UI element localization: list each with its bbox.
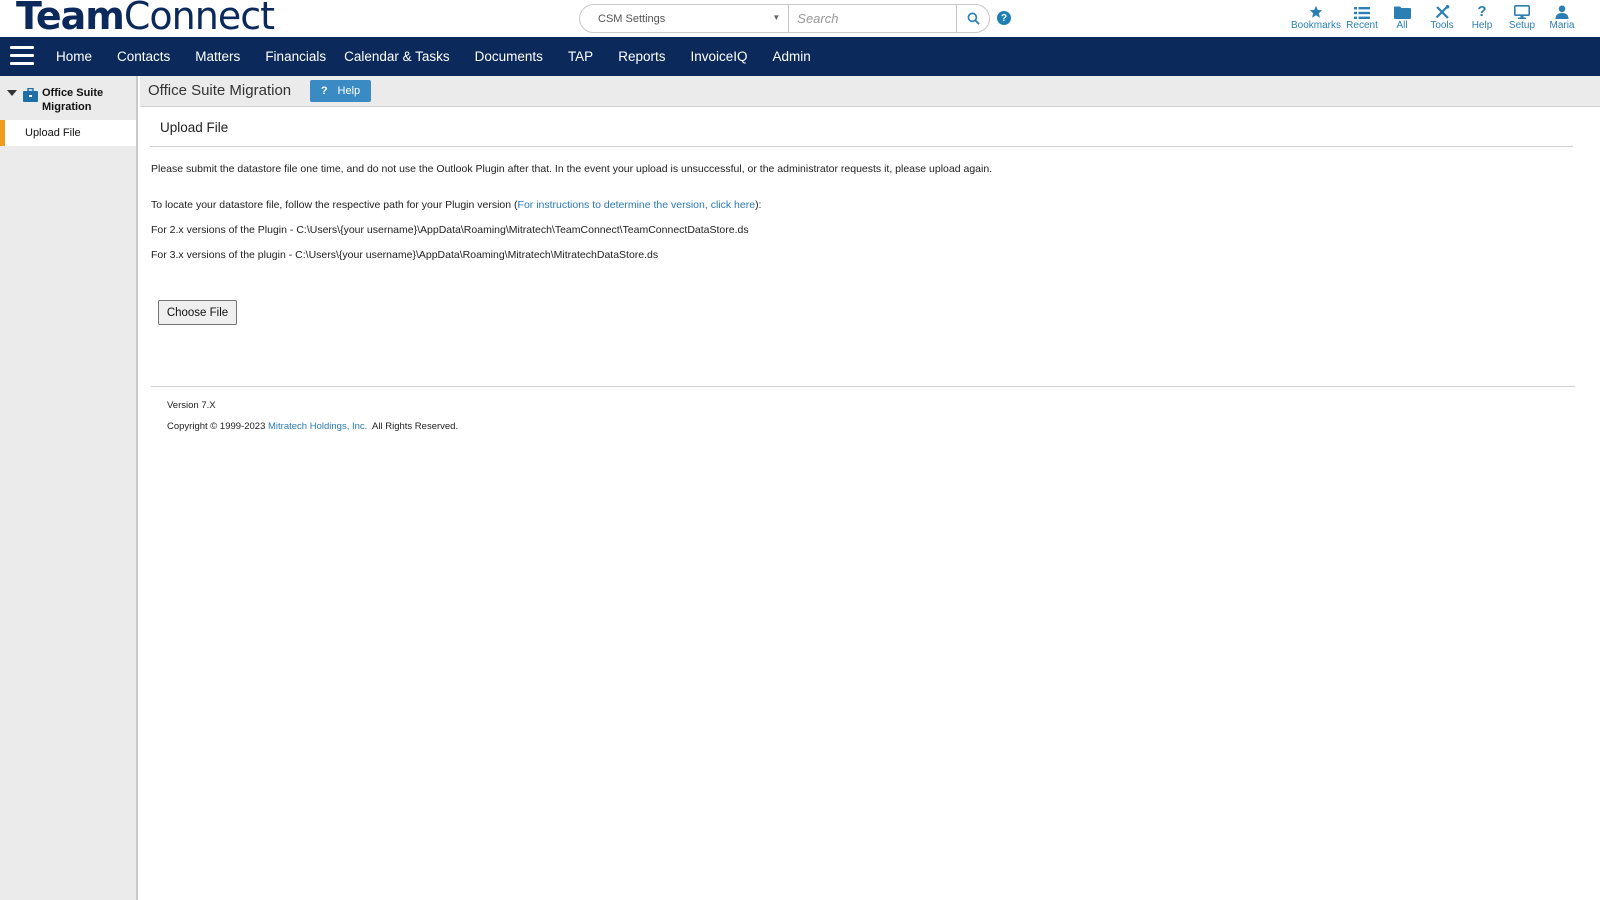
search-scope-value: CSM Settings xyxy=(598,12,666,25)
toolbar-label: Maria xyxy=(1549,20,1575,31)
page-title: Office Suite Migration xyxy=(148,82,292,99)
nav-matters[interactable]: Matters xyxy=(195,37,240,76)
company-link[interactable]: Mitratech Holdings, Inc. xyxy=(268,421,367,432)
search-scope-select[interactable]: CSM Settings ▼ xyxy=(580,5,790,32)
search-button[interactable] xyxy=(956,5,989,32)
nav-reports[interactable]: Reports xyxy=(618,37,665,76)
caret-down-icon[interactable] xyxy=(7,90,17,96)
locate-text-prefix: To locate your datastore file, follow th… xyxy=(151,199,518,211)
question-icon: ? xyxy=(1477,3,1487,20)
toolbar-label: Tools xyxy=(1430,20,1454,31)
nav-contacts[interactable]: Contacts xyxy=(117,37,170,76)
locate-instruction: To locate your datastore file, follow th… xyxy=(151,199,761,211)
toolbar: Bookmarks Recent All Tools ? Help Setup … xyxy=(1290,4,1582,31)
copyright-prefix: Copyright © 1999-2023 xyxy=(167,421,269,432)
nav-home[interactable]: Home xyxy=(56,37,92,76)
search-input[interactable] xyxy=(789,5,957,32)
toolbar-label: Help xyxy=(1471,20,1493,31)
toolbar-help[interactable]: ? Help xyxy=(1462,4,1502,31)
toolbar-tools[interactable]: Tools xyxy=(1422,4,1462,31)
top-header: TeamConnect CSM Settings ▼ ? Bookmarks R… xyxy=(0,0,1600,37)
main-nav: Home Contacts Matters Financials Calenda… xyxy=(0,37,1600,76)
sidebar-item-label: Upload File xyxy=(25,127,81,139)
footer-divider xyxy=(151,386,1575,387)
toolbar-all[interactable]: All xyxy=(1382,4,1422,31)
nav-financials[interactable]: Financials xyxy=(265,37,326,76)
plugin-2x-path: For 2.x versions of the Plugin - C:\User… xyxy=(151,224,749,236)
search-info-icon[interactable]: ? xyxy=(997,11,1011,25)
monitor-icon xyxy=(1514,5,1530,19)
nav-tap[interactable]: TAP xyxy=(568,37,593,76)
toolbar-user[interactable]: Maria xyxy=(1542,4,1582,31)
section-title: Upload File xyxy=(160,120,229,135)
nav-items: Home Contacts Matters Financials Calenda… xyxy=(56,37,836,76)
instruction-text: Please submit the datastore file one tim… xyxy=(151,163,993,175)
folder-icon xyxy=(1393,6,1411,19)
help-button[interactable]: ? Help xyxy=(310,80,371,102)
toolbar-label: All xyxy=(1396,20,1408,31)
hamburger-menu-icon[interactable] xyxy=(10,46,34,66)
help-button-label: Help xyxy=(337,85,361,97)
global-search: CSM Settings ▼ xyxy=(579,4,990,33)
nav-calendar-tasks[interactable]: Calendar & Tasks xyxy=(344,37,450,76)
plugin-3x-path: For 3.x versions of the plugin - C:\User… xyxy=(151,249,659,261)
nav-documents[interactable]: Documents xyxy=(475,37,543,76)
sidebar-item-upload-file[interactable]: Upload File xyxy=(0,120,136,146)
toolbar-label: Bookmarks xyxy=(1290,20,1341,31)
star-icon xyxy=(1309,5,1323,18)
copyright: Copyright © 1999-2023 Mitratech Holdings… xyxy=(167,421,458,432)
version-text: Version 7.X xyxy=(167,400,216,411)
sidebar-group-title: Office Suite Migration xyxy=(42,87,104,113)
choose-file-button[interactable]: Choose File xyxy=(158,300,237,325)
locate-text-suffix: ): xyxy=(755,199,762,211)
toolbar-bookmarks[interactable]: Bookmarks xyxy=(1290,4,1342,31)
page-header: Office Suite Migration ? Help xyxy=(140,76,1600,107)
nav-invoiceiq[interactable]: InvoiceIQ xyxy=(690,37,747,76)
version-instructions-link[interactable]: For instructions to determine the versio… xyxy=(518,199,756,211)
teamconnect-logo[interactable]: Team Connect xyxy=(16,0,275,38)
toolbar-recent[interactable]: Recent xyxy=(1342,4,1382,31)
search-icon xyxy=(967,12,980,25)
toolbar-setup[interactable]: Setup xyxy=(1502,4,1542,31)
list-icon xyxy=(1354,7,1370,19)
user-icon xyxy=(1555,5,1569,19)
copyright-suffix: All Rights Reserved. xyxy=(367,421,459,432)
toolbar-label: Setup xyxy=(1508,20,1536,31)
toolbar-label: Recent xyxy=(1346,20,1378,31)
briefcase-icon xyxy=(23,88,38,102)
logo-part-team: Team xyxy=(16,0,125,38)
question-icon: ? xyxy=(320,85,328,97)
sidebar-group-office-suite-migration[interactable]: Office Suite Migration xyxy=(0,76,136,120)
sidebar: Office Suite Migration Upload File xyxy=(0,76,138,900)
divider xyxy=(150,146,1573,147)
caret-down-icon: ▼ xyxy=(772,13,781,22)
tools-icon xyxy=(1435,5,1449,19)
nav-admin[interactable]: Admin xyxy=(773,37,811,76)
logo-part-connect: Connect xyxy=(123,0,275,38)
